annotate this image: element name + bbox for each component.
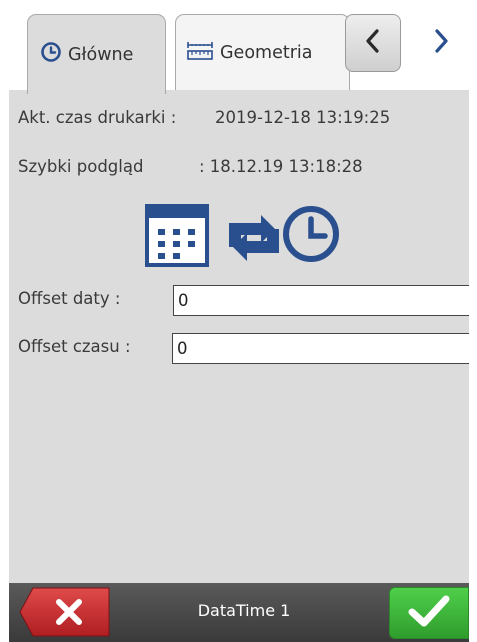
cancel-button[interactable] xyxy=(19,587,111,637)
tab-bar: Główne Geometria xyxy=(9,0,469,94)
quick-preview-row: Szybki podgląd : 18.12.19 13:18:28 xyxy=(18,157,363,176)
footer-title: DataTime 1 xyxy=(197,601,291,620)
prev-tab-button[interactable] xyxy=(345,14,401,72)
date-offset-label: Offset daty : xyxy=(18,289,121,308)
date-offset-input[interactable] xyxy=(173,285,469,316)
check-icon xyxy=(407,593,451,633)
datetime-icons xyxy=(145,203,345,267)
printer-time-label: Akt. czas drukarki : xyxy=(18,108,177,127)
time-offset-input[interactable] xyxy=(172,333,469,364)
ok-button[interactable] xyxy=(389,587,469,639)
sync-icon xyxy=(229,215,279,261)
chevron-right-icon xyxy=(431,28,451,58)
tab-main-label: Główne xyxy=(68,44,134,65)
quick-preview-value: : 18.12.19 13:18:28 xyxy=(199,157,363,176)
app-screen: Główne Geometria Akt. czas drukarki: 20… xyxy=(9,0,469,642)
printer-time-value: 2019-12-18 13:19:25 xyxy=(215,108,391,127)
ruler-icon xyxy=(186,39,214,66)
clock-icon xyxy=(40,41,62,68)
calendar-icon xyxy=(145,204,209,267)
clock-icon xyxy=(283,206,339,262)
tab-geometry-label: Geometria xyxy=(220,42,313,63)
tab-main[interactable]: Główne xyxy=(27,14,166,94)
footer-bar: DataTime 1 xyxy=(9,583,469,642)
printer-time-row: Akt. czas drukarki : 2019-12-18 13:19:25 xyxy=(18,108,390,127)
quick-preview-label: Szybki podgląd xyxy=(18,157,144,176)
chevron-left-icon xyxy=(363,28,383,58)
tab-geometry[interactable]: Geometria xyxy=(175,14,350,90)
next-tab-button[interactable] xyxy=(413,14,469,72)
time-offset-label: Offset czasu : xyxy=(18,337,131,356)
